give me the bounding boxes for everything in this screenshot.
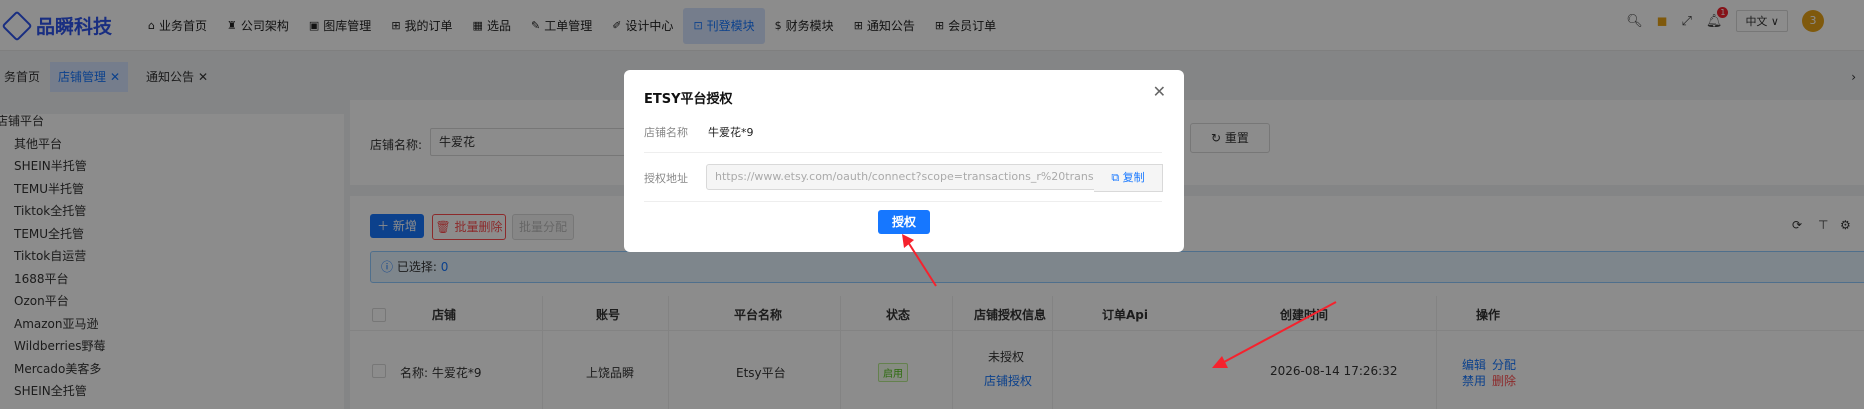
annotation-arrows bbox=[902, 234, 1337, 368]
arrowhead-icon bbox=[902, 234, 914, 248]
arrow-to-authorize bbox=[907, 241, 937, 287]
arrow-to-shop-auth bbox=[1223, 301, 1337, 363]
